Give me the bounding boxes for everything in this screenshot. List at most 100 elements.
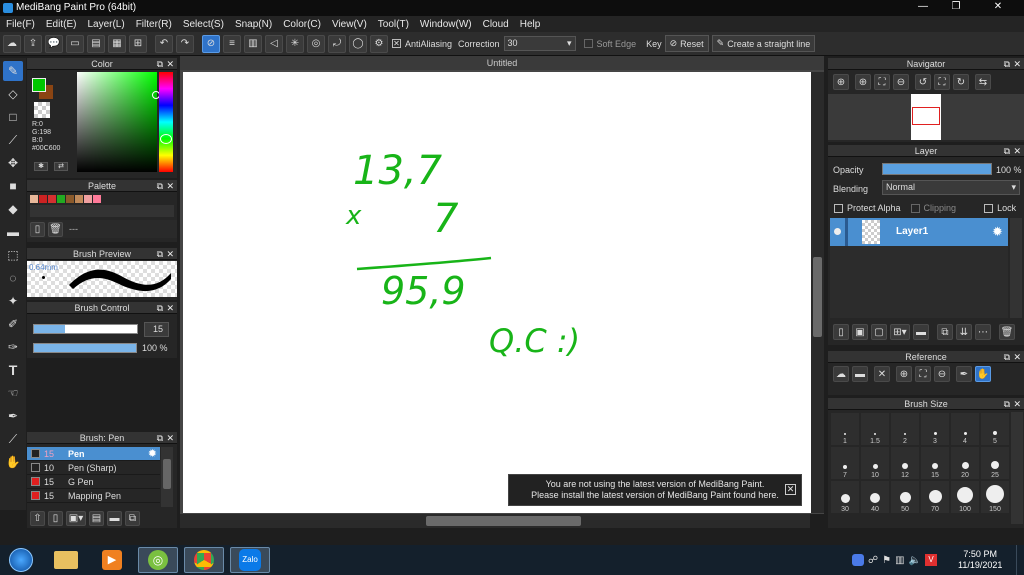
brush-list-item[interactable]: 15 Pen ✹ [27,447,160,461]
brush-copy-icon[interactable]: ⧉ [125,510,140,526]
layer-row[interactable]: Layer1 ✹ [830,218,1008,246]
select-tool-icon[interactable]: ⬚ [3,245,23,265]
snap-circle-icon[interactable]: ◎ [307,34,325,53]
palette-swatch[interactable] [84,195,92,203]
brush-size-input[interactable]: 15 [144,322,169,337]
lock-checkbox[interactable] [984,203,994,213]
brush-list-item[interactable]: 10 Pen (Sharp) [27,461,160,475]
eyedropper2-tool-icon[interactable]: ⟋ [3,429,23,449]
snap-vanishing-icon[interactable]: ◁ [265,34,283,53]
brush-opacity-slider[interactable] [33,343,137,353]
menu-view[interactable]: View(V) [332,19,367,30]
brush-size-option[interactable]: 15 [921,447,949,479]
correction-select[interactable]: 30 ▾ [503,36,576,51]
brush-size-option[interactable]: 1 [831,413,859,445]
redo-icon[interactable]: ↷ [176,34,194,53]
brush-size-option[interactable]: 30 [831,481,859,513]
cloud-download-icon[interactable]: ☁ [833,366,849,382]
brush-size-option[interactable]: 12 [891,447,919,479]
ref-zoom-out-icon[interactable]: ⊖ [934,366,950,382]
color-saturation-picker[interactable] [77,72,160,172]
navigator-preview[interactable] [828,94,1024,140]
layer-folder-icon[interactable]: ▬ [913,324,929,340]
color-swap-icon[interactable]: ⇄ [54,162,68,171]
palette-swatch[interactable] [75,195,83,203]
zoom-out-icon[interactable]: ⊖ [893,74,909,90]
new-halftone-layer-icon[interactable]: ▣ [852,324,868,340]
palette-swatch[interactable] [48,195,56,203]
delete-layer-icon[interactable]: 🗑 [999,324,1015,340]
brush-size-option[interactable]: 2 [891,413,919,445]
gradient-tool-icon[interactable]: ▬ [3,222,23,242]
zoom-fit-icon[interactable]: ⊕ [833,74,849,90]
operation-tool-icon[interactable]: ☜ [3,383,23,403]
duplicate-layer-icon[interactable]: ⧉ [937,324,953,340]
ref-eyedropper-icon[interactable]: ✒ [956,366,972,382]
brush-size-option[interactable]: 1.5 [861,413,889,445]
layer-list-scrollbar[interactable] [1010,218,1022,318]
clipping-checkbox[interactable] [910,203,920,213]
layer-settings-icon[interactable]: ✹ [992,224,1003,240]
ref-fit-icon[interactable]: ⛶ [915,366,931,382]
new-palette-icon[interactable]: ▯ [30,221,45,237]
hue-slider[interactable] [159,72,173,172]
start-button[interactable] [2,547,40,573]
dot-tool-icon[interactable]: □ [3,107,23,127]
brush-size-option[interactable]: 70 [921,481,949,513]
brush-size-option[interactable]: 150 [981,481,1009,513]
new-brush-icon[interactable]: ▯ [48,510,63,526]
line-tool-icon[interactable]: ⟋ [3,130,23,150]
palette-swatch[interactable] [39,195,47,203]
tray-network-icon[interactable]: ▥ [895,555,904,566]
eyedropper-tool-icon[interactable]: ✒ [3,406,23,426]
open-folder-icon[interactable]: ▬ [852,366,868,382]
snap-parallel-icon[interactable]: ≡ [223,34,241,53]
zoom-in-icon[interactable]: ⊕ [855,74,871,90]
brush-properties-icon[interactable]: ▤ [89,510,104,526]
brush-size-option[interactable]: 100 [951,481,979,513]
move-tool-icon[interactable]: ✥ [3,153,23,173]
ref-zoom-in-icon[interactable]: ⊕ [896,366,912,382]
canvas-vertical-scrollbar[interactable] [811,72,824,513]
tray-flag-icon[interactable]: ⚑ [882,555,891,566]
brush-size-option[interactable]: 50 [891,481,919,513]
comment-icon[interactable]: 💬 [45,34,63,53]
brush-size-option[interactable]: 3 [921,413,949,445]
palette-swatch[interactable] [30,195,38,203]
snap-curve-icon[interactable]: ⤾ [328,34,346,53]
close-window-button[interactable]: ✕ [978,1,1018,12]
cloud-icon[interactable]: ☁ [3,34,21,53]
update-notice[interactable]: You are not using the latest version of … [508,474,802,506]
menu-window[interactable]: Window(W) [420,19,472,30]
protect-alpha-checkbox[interactable] [834,203,843,213]
brush-size-option[interactable]: 10 [861,447,889,479]
document-tab[interactable]: Untitled [180,56,824,70]
brush-size-option[interactable]: 4 [951,413,979,445]
magic-wand-tool-icon[interactable]: ✦ [3,291,23,311]
maximize-button[interactable]: ❐ [945,1,967,12]
merge-layer-icon[interactable]: ⇊ [956,324,972,340]
select-eraser-tool-icon[interactable]: ✑ [3,337,23,357]
menu-select[interactable]: Select(S) [183,19,224,30]
minimize-button[interactable]: — [912,1,934,12]
eraser-tool-icon[interactable]: ◇ [3,84,23,104]
layer-add-menu-icon[interactable]: ⊞▾ [890,324,910,340]
palette-swatch[interactable] [66,195,74,203]
brush-tool-icon[interactable]: ✎ [3,61,23,81]
snap-ellipse-icon[interactable]: ◯ [349,34,367,53]
foreground-color-swatch[interactable] [32,78,46,92]
new-8bit-layer-icon[interactable]: ▢ [871,324,887,340]
bucket-tool-icon[interactable]: ◆ [3,199,23,219]
blending-select[interactable]: Normal ▾ [882,180,1020,195]
soft-edge-checkbox[interactable] [583,39,593,48]
layer-opacity-slider[interactable] [882,163,992,175]
brush-list-scrollbar[interactable] [161,447,173,507]
close-reference-icon[interactable]: ✕ [874,366,890,382]
add-brush-icon[interactable]: ⇧ [30,510,45,526]
taskbar-medibang[interactable]: ◎ [138,547,178,573]
rotate-left-icon[interactable]: ↺ [915,74,931,90]
brush-folder-icon[interactable]: ▬ [107,510,122,526]
undo-icon[interactable]: ↶ [155,34,173,53]
menu-file[interactable]: File(F) [6,19,35,30]
brush-size-option[interactable]: 40 [861,481,889,513]
